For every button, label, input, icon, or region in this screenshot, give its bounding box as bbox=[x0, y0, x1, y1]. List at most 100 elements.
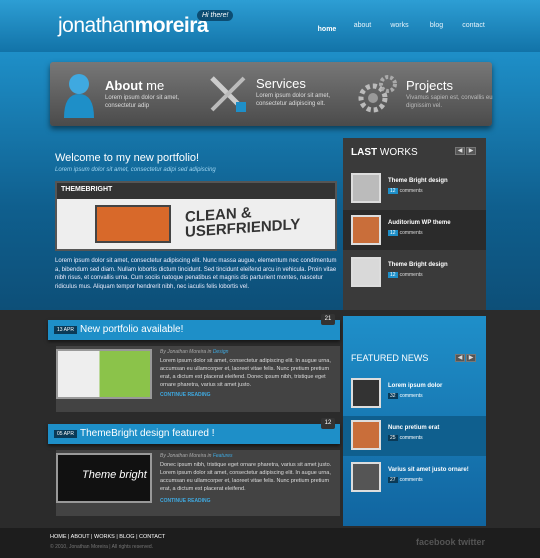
site-logo[interactable]: jonathanmoreira bbox=[58, 14, 209, 38]
title-bold: About bbox=[105, 78, 143, 93]
service-projects[interactable]: Projects Vivamus sapien est, convallis e… bbox=[350, 62, 493, 126]
meta-category[interactable]: Features bbox=[213, 453, 233, 459]
featured-comments: 32 comments bbox=[388, 393, 423, 399]
footer: HOME | ABOUT | WORKS | BLOG | CONTACT © … bbox=[0, 528, 540, 558]
featured-item-title: Lorem ipsum dolor bbox=[388, 383, 443, 389]
post-meta: By Jonathan Moreira in Design bbox=[160, 349, 228, 355]
gears-icon bbox=[358, 75, 397, 113]
meta-prefix: By Jonathan Moreira in bbox=[160, 349, 213, 355]
title-rest: WORKS bbox=[377, 147, 418, 158]
service-title: Projects bbox=[406, 78, 453, 93]
prev-arrow-icon[interactable]: ◀ bbox=[455, 354, 465, 362]
service-services[interactable]: Services Lorem ipsum dolor sit amet, con… bbox=[200, 62, 348, 126]
title-bold: LAST bbox=[351, 147, 378, 158]
post-title[interactable]: ThemeBright design featured ! bbox=[80, 428, 215, 439]
post-date: 13 APR bbox=[54, 326, 77, 334]
comment-count: 25 bbox=[388, 435, 398, 441]
post-text: Lorem ipsum dolor sit amet, consectetur … bbox=[160, 358, 331, 388]
thumb-text: Theme bright bbox=[82, 469, 147, 481]
user-icon bbox=[64, 74, 94, 118]
service-text: Vivamus sapien est, convallis eu digniss… bbox=[406, 95, 493, 109]
post-title[interactable]: New portfolio available! bbox=[80, 324, 183, 335]
featured-item[interactable]: Lorem ipsum dolor 32 comments bbox=[343, 374, 486, 414]
comment-count: 12 bbox=[388, 188, 398, 194]
featured-title: FEATURED NEWS bbox=[351, 353, 428, 363]
continue-reading-link[interactable]: CONTINUE READING bbox=[160, 392, 211, 398]
post-meta: By Jonathan Moreira in Features bbox=[160, 453, 233, 459]
post-comment-count[interactable]: 21 bbox=[321, 314, 335, 325]
service-about[interactable]: About me Lorem ipsum dolor sit amet, con… bbox=[50, 62, 198, 126]
featured-comments: 25 comments bbox=[388, 435, 423, 441]
hi-there-bubble: Hi there! bbox=[197, 10, 234, 21]
banner-screenshot bbox=[95, 205, 171, 243]
comments-label: comments bbox=[399, 272, 423, 278]
prev-arrow-icon[interactable]: ◀ bbox=[455, 147, 465, 155]
service-title: Services bbox=[256, 76, 306, 91]
welcome-title: Welcome to my new portfolio! bbox=[55, 152, 200, 164]
last-works-title: LAST WORKS bbox=[351, 147, 418, 158]
title-bold: Services bbox=[256, 76, 306, 91]
title-bold: FEATURED bbox=[351, 353, 399, 363]
logo-first: jonathan bbox=[58, 14, 135, 37]
post-thumbnail[interactable] bbox=[56, 349, 152, 399]
featured-item[interactable]: Nunc pretium erat 25 comments bbox=[343, 416, 486, 456]
banner-logo: THEMEBRIGHT bbox=[61, 186, 113, 193]
nav-contact[interactable]: contact bbox=[455, 22, 492, 29]
featured-comments: 27 comments bbox=[388, 477, 423, 483]
nav-blog[interactable]: blog bbox=[418, 22, 455, 29]
comments-label: comments bbox=[399, 435, 423, 441]
featured-thumbnail bbox=[351, 420, 381, 450]
header: jonathanmoreira Hi there! home about wor… bbox=[0, 0, 540, 52]
work-comments: 12 comments bbox=[388, 230, 423, 236]
post-body: By Jonathan Moreira in Design Lorem ipsu… bbox=[56, 346, 340, 412]
comments-label: comments bbox=[399, 393, 423, 399]
post-text: Donec ipsum nibh, tristique eget ornare … bbox=[160, 462, 332, 492]
post-date: 05 APR bbox=[54, 430, 77, 438]
nav-works[interactable]: works bbox=[381, 22, 418, 29]
work-title: Theme Bright design bbox=[388, 262, 448, 268]
social-links[interactable]: facebook twitter bbox=[416, 537, 485, 547]
service-text: Lorem ipsum dolor sit amet, consectetur … bbox=[105, 95, 180, 109]
title-bold: Projects bbox=[406, 78, 453, 93]
services-bar: About me Lorem ipsum dolor sit amet, con… bbox=[50, 62, 493, 126]
work-thumbnail bbox=[351, 257, 381, 287]
comment-count: 32 bbox=[388, 393, 398, 399]
work-thumbnail bbox=[351, 215, 381, 245]
blog-post: 13 APR New portfolio available! 21 By Jo… bbox=[48, 314, 343, 420]
work-title: Theme Bright design bbox=[388, 178, 448, 184]
post-header: 13 APR New portfolio available! 21 bbox=[48, 314, 340, 340]
work-comments: 12 comments bbox=[388, 272, 423, 278]
next-arrow-icon[interactable]: ▶ bbox=[466, 147, 476, 155]
post-thumbnail[interactable]: Theme bright bbox=[56, 453, 152, 503]
featured-item-title: Varius sit amet justo ornare! bbox=[388, 467, 469, 473]
featured-item[interactable]: Varius sit amet justo ornare! 27 comments bbox=[343, 458, 486, 498]
service-text: Lorem ipsum dolor sit amet, consectetur … bbox=[256, 93, 331, 107]
featured-thumbnail bbox=[351, 462, 381, 492]
last-work-item[interactable]: Auditorium WP theme 12 comments bbox=[343, 210, 486, 250]
blog-post: 05 APR ThemeBright design featured ! 12 … bbox=[48, 418, 343, 524]
work-thumbnail bbox=[351, 173, 381, 203]
comments-label: comments bbox=[399, 230, 423, 236]
featured-thumbnail bbox=[351, 378, 381, 408]
continue-reading-link[interactable]: CONTINUE READING bbox=[160, 498, 211, 504]
work-title: Auditorium WP theme bbox=[388, 220, 451, 226]
showcase-banner[interactable]: THEMEBRIGHT CLEAN & USERFRIENDLY bbox=[55, 181, 337, 251]
nav-home[interactable]: home bbox=[310, 26, 344, 33]
last-works-panel: LAST WORKS ◀ ▶ Theme Bright design 12 com… bbox=[343, 138, 486, 310]
welcome-subtitle: Lorem ipsum dolor sit amet, consectetur … bbox=[55, 167, 216, 173]
work-comments: 12 comments bbox=[388, 188, 423, 194]
last-work-item[interactable]: Theme Bright design 12 comments bbox=[343, 168, 486, 208]
post-comment-count[interactable]: 12 bbox=[321, 418, 335, 429]
post-header: 05 APR ThemeBright design featured ! 12 bbox=[48, 418, 340, 444]
nav-about[interactable]: about bbox=[344, 22, 381, 29]
title-rest: NEWS bbox=[398, 353, 429, 363]
next-arrow-icon[interactable]: ▶ bbox=[466, 354, 476, 362]
footer-nav[interactable]: HOME | ABOUT | WORKS | BLOG | CONTACT bbox=[50, 534, 165, 540]
meta-category[interactable]: Design bbox=[213, 349, 229, 355]
featured-item-title: Nunc pretium erat bbox=[388, 425, 440, 431]
last-work-item[interactable]: Theme Bright design 12 comments bbox=[343, 252, 486, 292]
service-title: About me bbox=[105, 78, 164, 93]
title-rest: me bbox=[142, 78, 165, 93]
comment-count: 12 bbox=[388, 272, 398, 278]
tools-icon bbox=[210, 76, 246, 112]
